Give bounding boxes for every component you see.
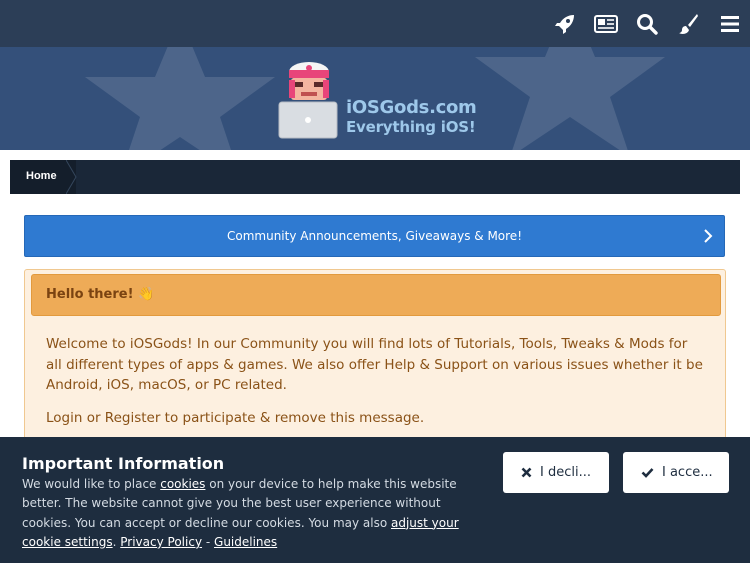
rocket-icon[interactable] <box>552 11 578 37</box>
guidelines-link[interactable]: Guidelines <box>214 535 277 549</box>
top-navigation <box>0 0 750 47</box>
announcement-text: Community Announcements, Giveaways & Mor… <box>226 229 523 243</box>
close-icon <box>521 467 532 478</box>
cookie-text-part: - <box>202 534 215 549</box>
notice-title: Hello there! 👋 <box>46 287 155 302</box>
cookies-link[interactable]: cookies <box>160 477 205 491</box>
decline-button-label: I decli... <box>540 465 591 480</box>
chevron-right-icon <box>704 229 713 243</box>
newspaper-icon[interactable] <box>593 11 619 37</box>
notice-login-line: Login or Register to participate & remov… <box>46 410 425 426</box>
accept-button-label: I acce... <box>662 465 713 480</box>
breadcrumb-separator-icon <box>66 160 77 194</box>
search-icon[interactable] <box>634 11 660 37</box>
notice-header: Hello there! 👋 <box>31 274 721 316</box>
menu-icon[interactable] <box>717 11 743 37</box>
paintbrush-icon[interactable] <box>675 11 701 37</box>
notice-body: Welcome to iOSGods! In our Community you… <box>46 336 703 393</box>
background-star-decoration <box>475 47 665 150</box>
decline-cookies-button[interactable]: I decli... <box>503 452 609 493</box>
cookie-text-part: We would like to place <box>22 477 161 491</box>
mascot-logo-icon <box>278 62 338 139</box>
checkmark-icon <box>641 467 654 478</box>
accept-cookies-button[interactable]: I acce... <box>623 452 729 493</box>
privacy-policy-link[interactable]: Privacy Policy <box>120 535 202 549</box>
cookie-title: Important Information <box>22 454 225 473</box>
logo-text-tagline: Everything iOS! <box>346 118 476 136</box>
site-logo[interactable]: iOSGods.com Everything iOS! <box>276 60 477 144</box>
logo-text-domain: iOSGods.com <box>346 97 477 118</box>
breadcrumb-home-label: Home <box>26 170 57 182</box>
cookie-consent-bar: Important Information We would like to p… <box>0 437 750 563</box>
cookie-message: We would like to place cookies on your d… <box>22 475 492 552</box>
breadcrumb: Home <box>10 160 740 194</box>
announcement-banner[interactable]: Community Announcements, Giveaways & Mor… <box>24 215 725 257</box>
background-star-decoration <box>85 47 275 150</box>
